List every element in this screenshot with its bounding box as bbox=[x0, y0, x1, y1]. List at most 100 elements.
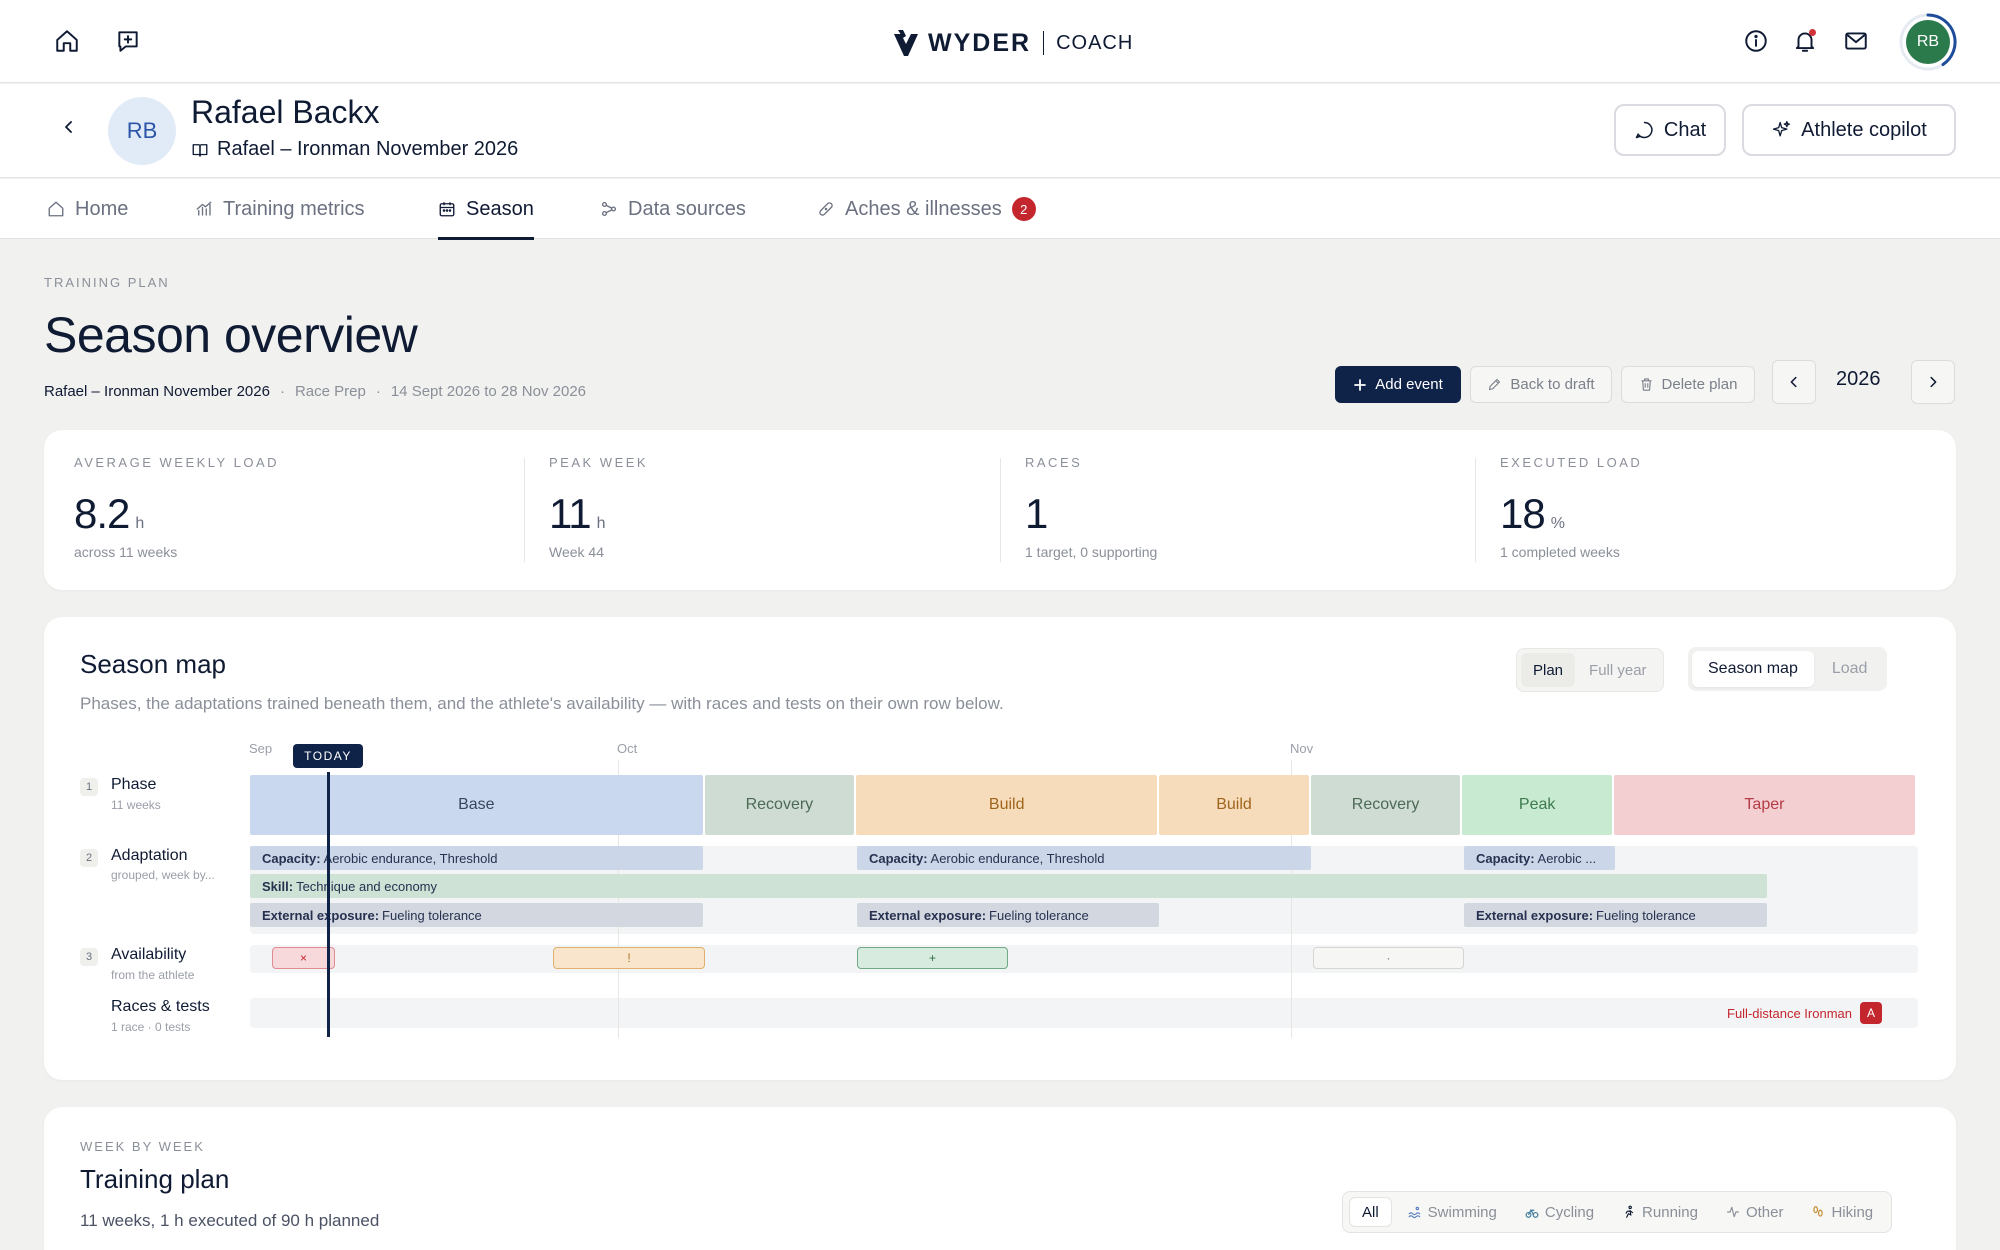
training-plan-title: Training plan bbox=[80, 1164, 230, 1194]
stats-card: AVERAGE WEEKLY LOAD 8.2 h across 11 weeks… bbox=[44, 430, 1956, 590]
delete-plan-label: Delete plan bbox=[1661, 376, 1738, 393]
adaptation-text: Aerobic endurance, Threshold bbox=[930, 850, 1105, 866]
row-label-phase: Phase bbox=[111, 776, 157, 793]
back-to-draft-label: Back to draft bbox=[1510, 376, 1595, 393]
filter-cycling[interactable]: Cycling bbox=[1513, 1197, 1606, 1227]
stat-number: 1 bbox=[1025, 490, 1048, 537]
phase-row: Base Recovery Build Build Recovery Peak Taper bbox=[250, 775, 1917, 835]
tab-season[interactable]: Season bbox=[438, 179, 534, 240]
adaptation-bar-external-exposure[interactable]: External exposure: Fueling tolerance bbox=[857, 903, 1159, 927]
back-button[interactable] bbox=[54, 112, 84, 142]
brand-logo[interactable]: WYDER COACH bbox=[892, 24, 1133, 62]
athlete-plan[interactable]: Rafael – Ironman November 2026 bbox=[191, 138, 518, 161]
connections-icon bbox=[601, 201, 617, 217]
filter-other[interactable]: Other bbox=[1714, 1197, 1796, 1227]
view-toggle: Season map Load bbox=[1688, 647, 1888, 691]
chevron-left-icon bbox=[65, 121, 72, 133]
tab-label: Training metrics bbox=[223, 197, 365, 220]
month-label: Nov bbox=[1290, 741, 1314, 756]
view-option-season-map[interactable]: Season map bbox=[1692, 651, 1814, 687]
page-eyebrow: TRAINING PLAN bbox=[44, 275, 170, 290]
cycling-icon bbox=[1525, 1209, 1539, 1218]
meta-separator: · bbox=[375, 383, 381, 400]
availability-extra[interactable]: + bbox=[857, 947, 1008, 969]
chevron-right-icon bbox=[1930, 376, 1937, 388]
phase-segment-recovery[interactable]: Recovery bbox=[1310, 775, 1461, 835]
availability-unavailable[interactable]: × bbox=[272, 947, 335, 969]
adaptation-type: Capacity: bbox=[869, 850, 928, 866]
notifications-icon[interactable] bbox=[1785, 21, 1825, 61]
back-to-draft-button[interactable]: Back to draft bbox=[1470, 366, 1612, 403]
stat-sub: 1 target, 0 supporting bbox=[1025, 544, 1158, 560]
filter-running[interactable]: Running bbox=[1610, 1197, 1710, 1227]
chat-button[interactable]: Chat bbox=[1614, 104, 1726, 156]
bar-chart-icon bbox=[196, 201, 212, 216]
adaptation-bar-skill[interactable]: Skill: Technique and economy bbox=[250, 874, 1767, 898]
athlete-plan-name: Rafael – Ironman November 2026 bbox=[217, 138, 519, 160]
tab-aches-illnesses[interactable]: Aches & illnesses 2 bbox=[817, 179, 1036, 239]
mail-icon[interactable] bbox=[1836, 21, 1876, 61]
view-option-load[interactable]: Load bbox=[1816, 651, 1884, 687]
availability-limited[interactable]: ! bbox=[553, 947, 705, 969]
phase-segment-base[interactable]: Base bbox=[250, 775, 703, 835]
range-toggle: Plan Full year bbox=[1516, 648, 1664, 692]
row-sub: grouped, week by... bbox=[111, 868, 215, 882]
plan-meta-dates: 14 Sept 2026 to 28 Nov 2026 bbox=[390, 383, 586, 400]
row-label-adaptation: Adaptation bbox=[111, 847, 188, 864]
phase-segment-build[interactable]: Build bbox=[1159, 775, 1309, 835]
adaptation-text: Aerobic endurance, Threshold bbox=[323, 850, 498, 866]
filter-swimming[interactable]: Swimming bbox=[1396, 1197, 1509, 1227]
aches-count-badge: 2 bbox=[1011, 197, 1036, 221]
calendar-icon bbox=[439, 202, 455, 217]
filter-label: All bbox=[1362, 1203, 1379, 1221]
availability-note[interactable]: · bbox=[1313, 947, 1464, 969]
filter-all[interactable]: All bbox=[1349, 1197, 1392, 1227]
range-option-full-year[interactable]: Full year bbox=[1577, 653, 1659, 687]
phase-segment-peak[interactable]: Peak bbox=[1462, 775, 1612, 835]
chat-button-label: Chat bbox=[1663, 118, 1707, 141]
brand-name: WYDER bbox=[928, 28, 1032, 57]
row-label-races-tests: Races & tests bbox=[111, 998, 210, 1015]
season-map-title: Season map bbox=[80, 649, 226, 679]
adaptation-bar-capacity[interactable]: Capacity: Aerobic endurance, Threshold bbox=[857, 846, 1311, 870]
previous-year-button[interactable] bbox=[1772, 360, 1816, 404]
adaptation-text: Technique and economy bbox=[296, 878, 438, 894]
next-year-button[interactable] bbox=[1911, 360, 1955, 404]
adaptation-bar-capacity[interactable]: Capacity: Aerobic ... bbox=[1464, 846, 1615, 870]
new-message-icon[interactable] bbox=[108, 21, 148, 61]
plan-meta-name: Rafael – Ironman November 2026 bbox=[44, 383, 270, 400]
adaptation-bar-external-exposure[interactable]: External exposure: Fueling tolerance bbox=[1464, 903, 1767, 927]
delete-plan-button[interactable]: Delete plan bbox=[1621, 366, 1755, 403]
user-avatar[interactable]: RB bbox=[1898, 12, 1958, 72]
add-event-label: Add event bbox=[1375, 376, 1443, 393]
phase-segment-taper[interactable]: Taper bbox=[1613, 775, 1915, 835]
add-event-button[interactable]: Add event bbox=[1335, 366, 1461, 403]
home-icon[interactable] bbox=[47, 21, 87, 61]
adaptation-type: Capacity: bbox=[262, 850, 321, 866]
tab-data-sources[interactable]: Data sources bbox=[600, 179, 746, 239]
tab-home[interactable]: Home bbox=[47, 179, 128, 239]
stat-sub: Week 44 bbox=[549, 544, 604, 560]
athlete-copilot-button[interactable]: Athlete copilot bbox=[1742, 104, 1956, 156]
user-avatar-initials: RB bbox=[1906, 20, 1950, 64]
bandage-icon bbox=[819, 202, 833, 216]
year-label: 2026 bbox=[1836, 368, 1881, 390]
filter-hiking[interactable]: Hiking bbox=[1799, 1197, 1885, 1227]
sparkle-icon bbox=[1773, 121, 1791, 137]
adaptation-bar-capacity[interactable]: Capacity: Aerobic endurance, Threshold bbox=[250, 846, 703, 870]
trash-icon bbox=[1641, 378, 1652, 391]
home-icon bbox=[48, 201, 64, 217]
phase-segment-build[interactable]: Build bbox=[856, 775, 1158, 835]
info-icon[interactable] bbox=[1736, 21, 1776, 61]
race-marker[interactable]: Full-distance Ironman A bbox=[1727, 1002, 1882, 1024]
athlete-avatar: RB bbox=[108, 97, 176, 165]
stat-executed-load: EXECUTED LOAD 18% 1 completed weeks bbox=[1470, 430, 1945, 590]
stat-sub: across 11 weeks bbox=[74, 544, 178, 560]
stat-unit: h bbox=[596, 515, 606, 532]
adaptation-bar-external-exposure[interactable]: External exposure: Fueling tolerance bbox=[250, 903, 703, 927]
stat-number: 11 bbox=[549, 490, 592, 537]
range-option-plan[interactable]: Plan bbox=[1521, 653, 1576, 687]
row-label-availability: Availability bbox=[111, 946, 187, 963]
phase-segment-recovery[interactable]: Recovery bbox=[704, 775, 855, 835]
tab-training-metrics[interactable]: Training metrics bbox=[195, 179, 365, 239]
